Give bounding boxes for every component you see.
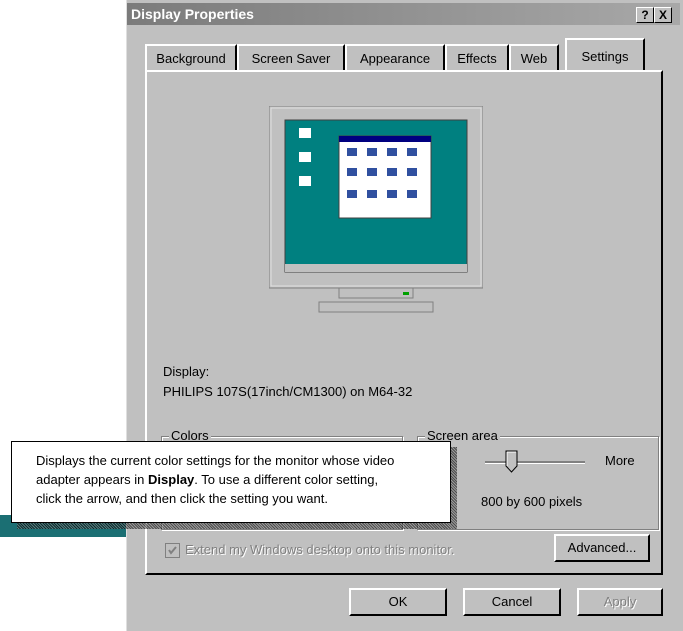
screen-area-slider-track[interactable] <box>485 461 585 464</box>
tooltip-line-3: click the arrow, and then click the sett… <box>36 491 328 506</box>
extend-desktop-label: Extend my Windows desktop onto this moni… <box>185 542 455 557</box>
tab-effects[interactable]: Effects <box>445 44 509 70</box>
cancel-button[interactable]: Cancel <box>463 588 561 616</box>
screen-area-slider-thumb[interactable] <box>505 450 519 474</box>
apply-button[interactable]: Apply <box>577 588 663 616</box>
tab-background[interactable]: Background <box>145 44 237 70</box>
advanced-button[interactable]: Advanced... <box>554 534 650 562</box>
display-device-name: PHILIPS 107S(17inch/CM1300) on M64-32 <box>163 384 413 399</box>
monitor-preview <box>269 106 483 313</box>
help-button[interactable]: ? <box>636 7 654 23</box>
tooltip-display-bold: Display <box>148 472 195 487</box>
help-tooltip: Displays the current color settings for … <box>11 441 451 523</box>
close-button[interactable]: X <box>654 7 672 23</box>
tab-web[interactable]: Web <box>509 44 559 70</box>
window-title: Display Properties <box>131 6 254 22</box>
tooltip-line-2-pre: adapter appears in <box>36 472 149 487</box>
tooltip-line-2-post: . To use a different color setting, <box>194 472 379 487</box>
tab-settings[interactable]: Settings <box>565 38 645 72</box>
screen-area-more-label: More <box>605 453 635 468</box>
tooltip-line-1: Displays the current color settings for … <box>36 453 395 468</box>
tab-appearance[interactable]: Appearance <box>345 44 445 70</box>
checkmark-icon <box>168 546 177 555</box>
tooltip-line-2: adapter appears in Display. To use a dif… <box>36 470 450 489</box>
tab-screen-saver[interactable]: Screen Saver <box>237 44 345 70</box>
ok-button[interactable]: OK <box>349 588 447 616</box>
title-bar: Display Properties ? X <box>127 3 680 25</box>
extend-desktop-checkbox[interactable] <box>165 543 180 558</box>
screen-area-value: 800 by 600 pixels <box>481 494 583 509</box>
display-label: Display: <box>163 364 210 379</box>
display-properties-window: Display Properties ? X Background Screen… <box>126 0 683 631</box>
